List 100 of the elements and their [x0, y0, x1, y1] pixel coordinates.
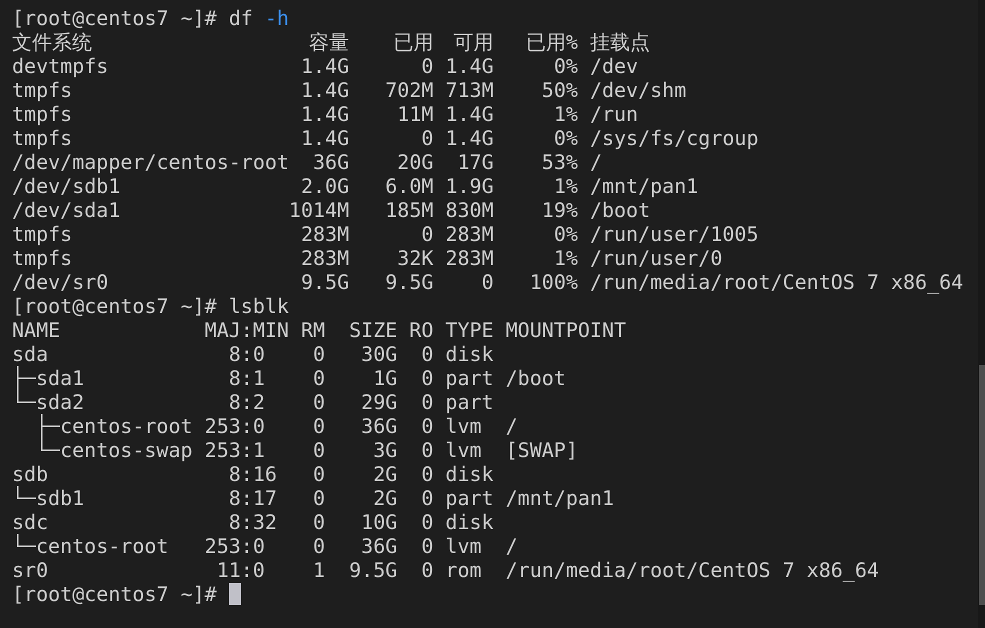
table-cell: 0: [421, 558, 434, 582]
table-cell: centos-swap: [60, 438, 193, 462]
command-text: lsblk: [228, 294, 289, 318]
table-cell: /sys/fs/cgroup: [590, 126, 759, 150]
table-cell: disk: [445, 510, 494, 534]
column-header: MAJ:MIN: [204, 318, 289, 342]
table-cell: 0%: [554, 222, 578, 246]
table-cell: /: [506, 414, 518, 438]
table-cell: 9.5G: [349, 558, 398, 582]
tree-branch-icon: [17, 534, 36, 547]
table-cell: 50%: [542, 78, 578, 102]
column-header: 文件系统: [12, 30, 92, 54]
table-cell: 29G: [361, 390, 398, 414]
table-cell: 6.0M: [385, 174, 434, 198]
table-cell: 283M: [300, 246, 350, 270]
shell-prompt: [root@centos7 ~]#: [12, 6, 217, 30]
table-cell: sr0: [12, 558, 48, 582]
table-cell: 1%: [554, 246, 578, 270]
table-cell: 702M: [385, 78, 434, 102]
table-cell: /: [590, 150, 602, 174]
table-cell: 1.9G: [445, 174, 494, 198]
table-cell: 253:0: [204, 534, 265, 558]
table-cell: 830M: [445, 198, 494, 222]
table-cell: 283M: [445, 222, 494, 246]
table-cell: 0: [313, 438, 326, 462]
column-header: NAME: [12, 318, 60, 342]
table-cell: part: [445, 390, 494, 414]
table-cell: 8:16: [228, 462, 277, 486]
table-cell: 0: [313, 390, 326, 414]
table-cell: 36G: [361, 534, 398, 558]
table-cell: lvm: [445, 534, 482, 558]
column-header: 可用: [454, 30, 494, 54]
table-cell: /run/media/root/CentOS 7 x86_64: [506, 558, 879, 582]
column-header: 容量: [309, 30, 350, 54]
column-header: RM: [300, 318, 326, 342]
table-cell: 1.4G: [300, 78, 350, 102]
table-cell: 1%: [554, 102, 578, 126]
table-cell: 11:0: [216, 558, 265, 582]
table-cell: tmpfs: [12, 222, 72, 246]
table-cell: /: [506, 534, 518, 558]
table-cell: 9.5G: [300, 270, 350, 294]
table-cell: sdc: [12, 510, 48, 534]
table-cell: 8:17: [228, 486, 277, 510]
table-cell: 0: [421, 222, 434, 246]
table-cell: part: [445, 486, 494, 510]
table-cell: 2.0G: [300, 174, 350, 198]
table-cell: /run/media/root/CentOS 7 x86_64: [590, 270, 964, 294]
column-header: MOUNTPOINT: [506, 318, 626, 342]
table-cell: 1.4G: [300, 126, 350, 150]
table-cell: /dev/sda1: [12, 198, 120, 222]
column-header: TYPE: [445, 318, 494, 342]
table-cell: lvm: [445, 414, 482, 438]
table-cell: 0: [421, 342, 434, 366]
table-cell: /dev: [590, 54, 638, 78]
table-cell: 30G: [361, 342, 398, 366]
table-cell: 9.5G: [385, 270, 434, 294]
table-cell: centos-root: [60, 414, 193, 438]
table-cell: 0: [421, 390, 434, 414]
table-cell: 8:32: [228, 510, 277, 534]
table-cell: sdb1: [36, 486, 84, 510]
table-cell: disk: [445, 342, 494, 366]
table-cell: part: [445, 366, 494, 390]
scrollbar-thumb[interactable]: [979, 365, 985, 605]
table-cell: 0: [313, 462, 326, 486]
column-header: SIZE: [349, 318, 398, 342]
table-cell: 17G: [458, 150, 494, 174]
table-cell: 1%: [554, 174, 578, 198]
table-cell: 0: [313, 534, 326, 558]
table-cell: 0%: [554, 126, 578, 150]
table-cell: 1014M: [288, 198, 350, 222]
table-cell: /run: [590, 102, 638, 126]
table-cell: centos-root: [36, 534, 168, 558]
table-cell: 8:1: [228, 366, 265, 390]
table-cell: devtmpfs: [12, 54, 108, 78]
shell-prompt: [root@centos7 ~]#: [12, 294, 217, 318]
table-cell: 2G: [373, 462, 398, 486]
table-cell: 10G: [361, 510, 398, 534]
table-cell: 0: [313, 414, 326, 438]
table-cell: 1.4G: [445, 126, 494, 150]
table-cell: [SWAP]: [506, 438, 578, 462]
table-cell: 0: [421, 534, 434, 558]
table-cell: 1.4G: [300, 54, 350, 78]
table-cell: 36G: [361, 414, 398, 438]
shell-prompt: [root@centos7 ~]#: [12, 582, 217, 606]
table-cell: tmpfs: [12, 126, 72, 150]
table-cell: 0: [421, 462, 434, 486]
table-cell: /run/user/1005: [590, 222, 759, 246]
table-cell: 713M: [445, 78, 494, 102]
table-cell: sda1: [36, 366, 84, 390]
command-text: df: [228, 6, 253, 30]
table-cell: 0: [313, 342, 326, 366]
table-cell: /mnt/pan1: [590, 174, 698, 198]
table-cell: 0: [421, 486, 434, 510]
table-cell: sda2: [36, 390, 84, 414]
table-cell: 3G: [373, 438, 398, 462]
table-cell: /dev/sdb1: [12, 174, 120, 198]
column-header: 挂载点: [590, 30, 650, 54]
table-cell: 36G: [313, 150, 350, 174]
table-cell: 11M: [397, 102, 434, 126]
table-cell: /boot: [590, 198, 650, 222]
